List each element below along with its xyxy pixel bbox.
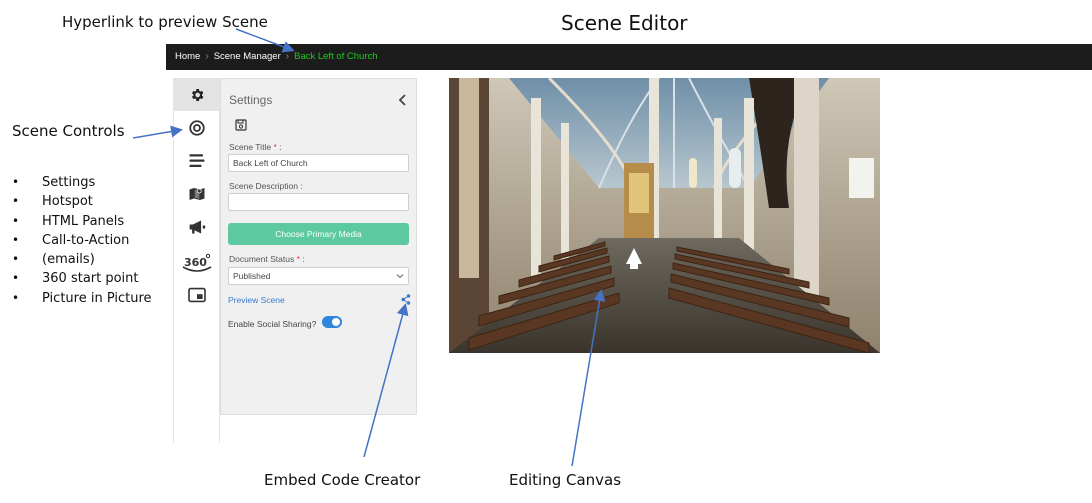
top-nav-bar: Home › Scene Manager › Back Left of Chur… xyxy=(166,44,1092,70)
gear-icon xyxy=(192,88,204,101)
document-status-label-text: Document Status xyxy=(229,254,295,264)
scene-image xyxy=(449,78,880,353)
start-point-tab[interactable]: 360 xyxy=(174,245,220,278)
svg-text:360: 360 xyxy=(184,256,207,269)
megaphone-icon xyxy=(189,219,206,234)
preview-scene-link[interactable]: Preview Scene xyxy=(228,295,285,305)
scene-title-input[interactable]: Back Left of Church xyxy=(228,154,409,172)
controls-list-item: Settings xyxy=(12,173,152,193)
controls-list-item: Hotspot xyxy=(12,192,152,212)
scene-description-label: Scene Description : xyxy=(229,181,303,191)
call-to-action-tab[interactable] xyxy=(174,177,220,210)
breadcrumb-current-scene[interactable]: Back Left of Church xyxy=(294,51,377,62)
chevron-right-icon: › xyxy=(205,51,209,62)
save-icon[interactable] xyxy=(235,119,247,131)
embed-annotation: Embed Code Creator xyxy=(264,471,421,489)
page-heading: Scene Editor xyxy=(561,11,688,35)
chevron-right-icon: › xyxy=(285,51,290,62)
scene-title-label: Scene Title * : xyxy=(229,142,282,152)
scene-controls-annotation: Scene Controls xyxy=(12,122,125,140)
scene-title-label-text: Scene Title xyxy=(229,142,272,152)
target-icon xyxy=(189,119,205,136)
360-icon: 360 xyxy=(182,253,212,272)
settings-tab[interactable] xyxy=(174,78,220,111)
controls-list-item: Picture in Picture xyxy=(12,289,152,309)
controls-list-item-continuation: (emails) xyxy=(12,250,152,270)
editing-canvas[interactable] xyxy=(449,78,880,353)
document-status-select[interactable]: Published xyxy=(228,267,409,285)
picture-in-picture-tab[interactable] xyxy=(174,278,220,311)
controls-list-text: (emails) xyxy=(42,252,95,268)
picture-in-picture-icon xyxy=(188,287,206,302)
required-marker: * xyxy=(296,254,300,264)
controls-list-item: HTML Panels xyxy=(12,212,152,232)
map-icon xyxy=(189,187,205,200)
social-sharing-toggle[interactable] xyxy=(322,316,342,328)
breadcrumb-home[interactable]: Home xyxy=(175,51,200,62)
hotspot-tab[interactable] xyxy=(174,111,220,144)
settings-panel: Settings Scene Title * : Back Left of Ch… xyxy=(220,78,417,415)
social-sharing-label: Enable Social Sharing? xyxy=(228,319,317,329)
cta-email-tab[interactable] xyxy=(174,210,220,243)
controls-list-item: 360 start point xyxy=(12,269,152,289)
scene-controls-sidebar: 360 xyxy=(173,78,220,443)
document-status-label: Document Status * : xyxy=(229,254,305,264)
choose-primary-media-button[interactable]: Choose Primary Media xyxy=(228,223,409,245)
share-icon[interactable] xyxy=(401,294,411,305)
breadcrumb: Home › Scene Manager › Back Left of Chur… xyxy=(175,51,378,62)
settings-panel-title: Settings xyxy=(229,93,273,107)
chevron-left-icon[interactable] xyxy=(397,94,409,106)
document-status-value: Published xyxy=(233,271,271,281)
hyperlink-annotation: Hyperlink to preview Scene xyxy=(62,13,268,31)
canvas-annotation: Editing Canvas xyxy=(509,471,622,489)
controls-list: Settings Hotspot HTML Panels Call-to-Act… xyxy=(12,173,152,308)
chevron-down-icon xyxy=(396,274,404,279)
scene-description-input[interactable] xyxy=(228,193,409,211)
required-marker: * xyxy=(273,142,277,152)
breadcrumb-scene-manager[interactable]: Scene Manager xyxy=(214,51,281,62)
list-icon xyxy=(189,153,205,167)
controls-list-item: Call-to-Action xyxy=(12,231,152,251)
html-panels-tab[interactable] xyxy=(174,144,220,177)
